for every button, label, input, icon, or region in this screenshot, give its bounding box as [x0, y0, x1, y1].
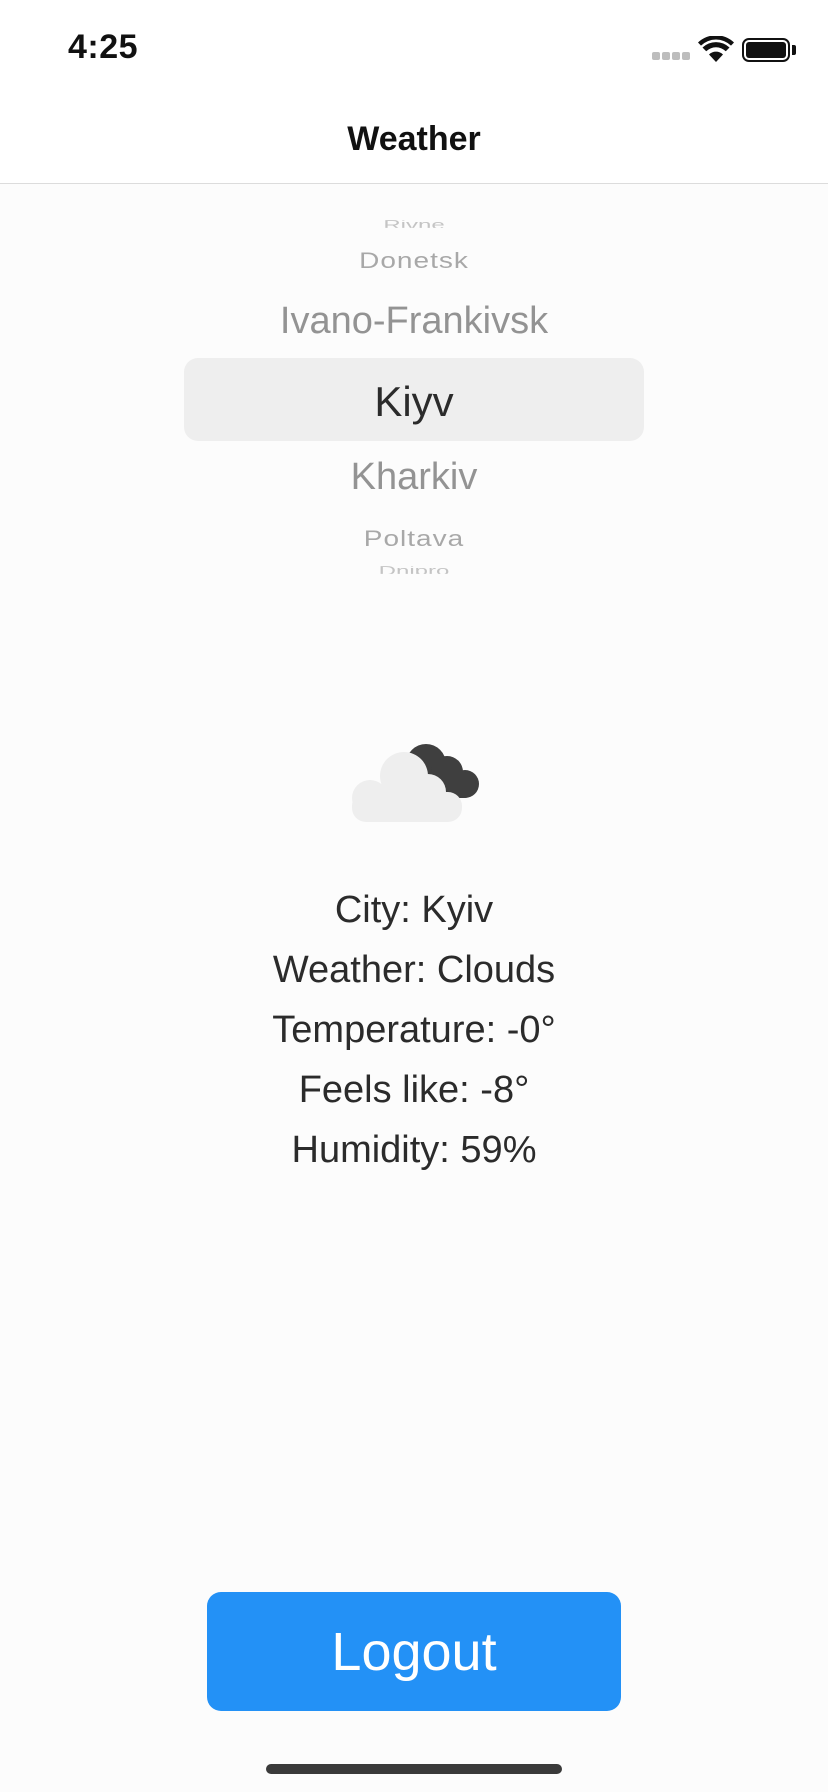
picker-item-donetsk[interactable]: Donetsk — [184, 248, 644, 274]
wifi-icon — [698, 36, 734, 62]
picker-item-kiyv-selected[interactable]: Kiyv — [184, 378, 644, 426]
humidity-label: Humidity: 59% — [291, 1129, 537, 1171]
battery-icon — [742, 38, 790, 62]
home-indicator[interactable] — [266, 1764, 562, 1774]
city-label: City: Kyiv — [334, 889, 494, 931]
status-bar: 4:25 — [0, 0, 828, 96]
picker-item-ivano-frankivsk[interactable]: Ivano-Frankivsk — [184, 300, 644, 343]
feels-like-label: Feels like: -8° — [298, 1069, 530, 1111]
picker-item-poltava[interactable]: Poltava — [184, 526, 644, 552]
status-time: 4:25 — [68, 28, 139, 66]
weather-condition-label: Weather: Clouds — [272, 949, 556, 991]
picker-item-kharkiv[interactable]: Kharkiv — [184, 456, 644, 499]
picker-item-dnipro[interactable]: Dnipro — [184, 566, 644, 574]
page-title: Weather — [347, 120, 481, 158]
city-picker[interactable]: Rivne Donetsk Ivano-Frankivsk Kiyv Khark… — [184, 215, 644, 580]
cellular-signal-icon — [652, 52, 692, 62]
weather-info: City: Kyiv Weather: Clouds Temperature: … — [0, 880, 828, 1180]
battery-cap — [792, 45, 796, 55]
navigation-bar: Weather — [0, 96, 828, 184]
picker-item-rivne[interactable]: Rivne — [184, 220, 644, 228]
temperature-label: Temperature: -0° — [272, 1009, 556, 1051]
logout-button[interactable]: Logout — [207, 1592, 621, 1711]
cloudy-icon — [352, 744, 479, 822]
